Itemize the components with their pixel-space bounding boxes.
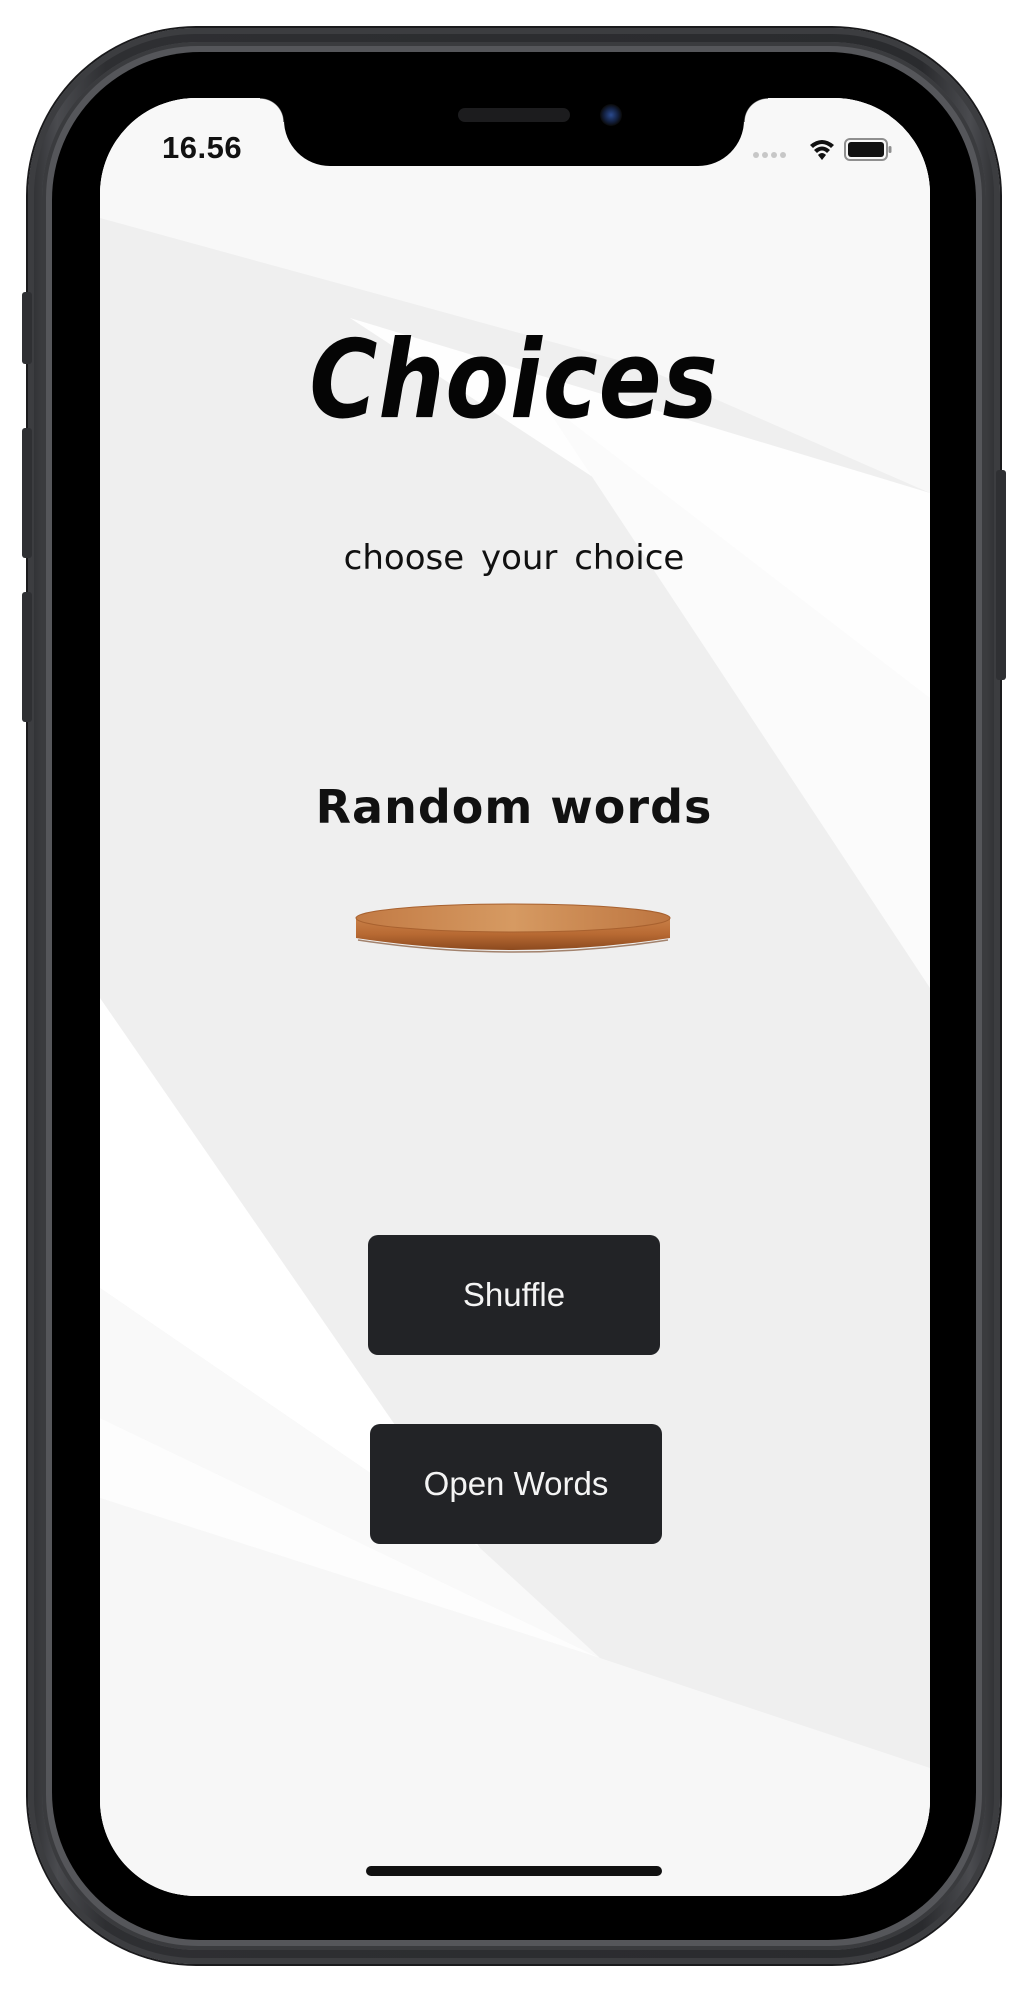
signal-dots-icon xyxy=(753,152,786,158)
notch xyxy=(260,98,768,166)
subtitle: choose your choice xyxy=(343,538,685,578)
open-words-button[interactable]: Open Words xyxy=(370,1424,662,1544)
app-title: Choices xyxy=(309,318,719,443)
volume-down-button xyxy=(22,592,32,722)
front-camera-icon xyxy=(600,104,622,126)
wooden-podium-image xyxy=(355,903,671,953)
random-words-label: Random words xyxy=(315,780,713,834)
battery-icon xyxy=(844,138,892,161)
speaker-grille xyxy=(458,108,570,122)
wifi-icon xyxy=(810,140,834,160)
status-icons xyxy=(753,138,892,161)
silent-switch xyxy=(22,292,32,364)
shuffle-button[interactable]: Shuffle xyxy=(368,1235,660,1355)
home-indicator[interactable] xyxy=(366,1866,662,1876)
status-time: 16.56 xyxy=(162,130,243,165)
